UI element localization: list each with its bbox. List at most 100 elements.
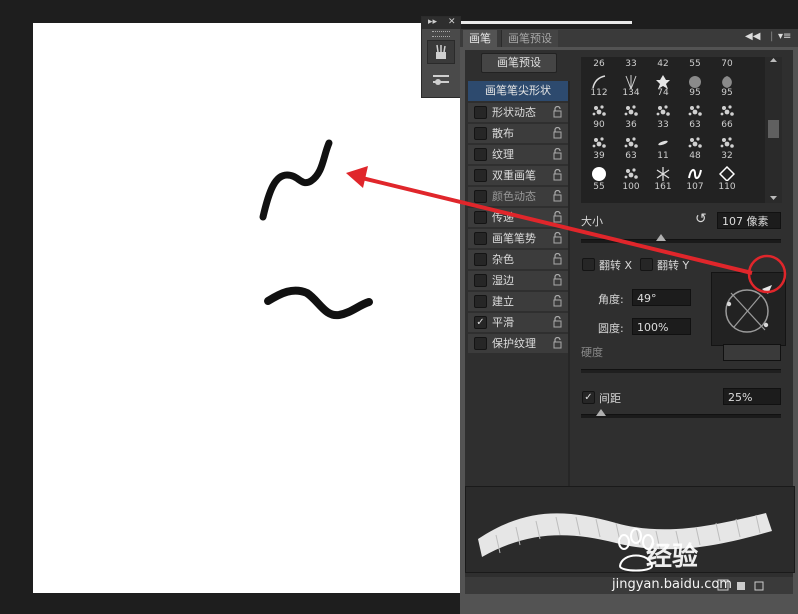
brush-grid-scrollbar[interactable] — [765, 57, 782, 203]
lock-icon[interactable] — [553, 337, 562, 349]
lock-icon[interactable] — [553, 148, 562, 160]
lock-icon[interactable] — [553, 295, 562, 307]
tab-brush[interactable]: 画笔 — [463, 30, 497, 47]
brush-option-item[interactable]: 湿边 — [468, 271, 568, 290]
brush-tip-label[interactable]: 55 — [585, 182, 613, 206]
brush-option-item[interactable]: 保护纹理 — [468, 334, 568, 353]
brush-tip-size: 74 — [657, 88, 669, 98]
brush-tip-icon — [658, 140, 668, 146]
option-checkbox[interactable] — [474, 127, 487, 140]
flip-y-checkbox[interactable] — [640, 258, 653, 271]
brush-tip-grid[interactable]: 26 33 42 55 70 112 134 74 95 95 90 36 33 63 66 39 63 11 48… — [581, 57, 782, 203]
lock-icon[interactable] — [553, 106, 562, 118]
close-icon[interactable]: ✕ — [448, 17, 456, 27]
brush-tip-size: 90 — [593, 120, 605, 130]
option-checkbox[interactable]: ✓ — [474, 316, 487, 329]
brush-option-item[interactable]: 传递 — [468, 208, 568, 227]
brush-tip-shape-item[interactable]: 画笔笔尖形状 — [468, 81, 568, 101]
brush-presets-toggle-button[interactable] — [427, 67, 455, 91]
roundness-label: 圆度: — [598, 322, 624, 335]
watermark-url: jingyan.baidu.com — [612, 577, 732, 592]
lock-icon[interactable] — [553, 232, 562, 244]
brush-option-item[interactable]: 散布 — [468, 124, 568, 143]
brush-tip-size: 70 — [721, 59, 733, 69]
option-checkbox[interactable] — [474, 274, 487, 287]
brush-tip-size: 48 — [689, 151, 701, 161]
baidu-watermark: 经验 jingyan.baidu.com — [610, 522, 786, 606]
option-checkbox[interactable] — [474, 106, 487, 119]
expand-icon[interactable]: ▸▸ — [428, 17, 437, 27]
flip-y-label: 翻转 Y — [657, 259, 690, 272]
option-checkbox[interactable] — [474, 169, 487, 182]
lock-icon[interactable] — [553, 190, 562, 202]
brush-tip-size: 39 — [593, 151, 605, 161]
brush-option-item[interactable]: 画笔笔势 — [468, 229, 568, 248]
option-checkbox[interactable] — [474, 232, 487, 245]
hardness-field — [723, 344, 781, 361]
brush-icon — [436, 44, 446, 59]
brush-option-item[interactable]: 建立 — [468, 292, 568, 311]
list-divider — [568, 81, 570, 529]
spacing-slider[interactable] — [581, 409, 781, 418]
flip-x-checkbox[interactable] — [582, 258, 595, 271]
lock-icon[interactable] — [553, 211, 562, 223]
brush-tip-size: 66 — [721, 120, 733, 130]
reset-size-icon[interactable]: ↺ — [695, 211, 707, 227]
brush-tip-label[interactable]: 107 — [681, 182, 709, 206]
brush-option-item[interactable]: 颜色动态 — [468, 187, 568, 206]
option-checkbox[interactable] — [474, 295, 487, 308]
option-label: 散布 — [492, 127, 514, 140]
brush-tip-label[interactable]: 100 — [617, 182, 645, 206]
lock-icon[interactable] — [553, 253, 562, 265]
lock-icon[interactable] — [553, 316, 562, 328]
panel-menu-icon[interactable]: ▾≡ — [778, 31, 791, 42]
angle-arrow-icon — [762, 285, 772, 294]
tab-brush-presets[interactable]: 画笔预设 — [501, 30, 558, 47]
angle-field[interactable]: 49° — [632, 289, 691, 306]
lock-icon[interactable] — [553, 169, 562, 181]
spacing-label: 间距 — [599, 392, 621, 405]
brush-tip-icon — [688, 168, 702, 180]
top-divider-line — [460, 21, 632, 24]
collapse-icon[interactable]: ◀◀ — [745, 31, 760, 42]
brush-presets-button[interactable]: 画笔预设 — [481, 53, 557, 73]
size-slider[interactable] — [581, 234, 781, 243]
angle-roundness-dial[interactable] — [711, 272, 786, 346]
spacing-checkbox[interactable]: ✓ — [582, 391, 595, 404]
brush-stroke-vertical — [259, 139, 333, 221]
brush-panel-toggle-button[interactable] — [427, 40, 455, 64]
option-checkbox[interactable] — [474, 337, 487, 350]
option-checkbox[interactable] — [474, 148, 487, 161]
brush-option-item[interactable]: 双重画笔 — [468, 166, 568, 185]
roundness-handle — [763, 322, 769, 328]
option-checkbox[interactable] — [474, 190, 487, 203]
brush-tip-size: 134 — [622, 88, 640, 98]
brush-tip-label[interactable]: 161 — [649, 182, 677, 206]
brush-option-item[interactable]: ✓ 平滑 — [468, 313, 568, 332]
document-canvas[interactable] — [33, 23, 460, 593]
brush-option-item[interactable]: 杂色 — [468, 250, 568, 269]
option-label: 建立 — [492, 295, 514, 308]
option-label: 形状动态 — [492, 106, 536, 119]
lock-icon[interactable] — [553, 274, 562, 286]
option-checkbox[interactable] — [474, 211, 487, 224]
roundness-field[interactable]: 100% — [632, 318, 691, 335]
lock-icon[interactable] — [553, 127, 562, 139]
brush-option-item[interactable]: 形状动态 — [468, 103, 568, 122]
option-checkbox[interactable] — [474, 253, 487, 266]
angle-dial-graphic — [725, 285, 772, 333]
brush-tip-icon — [720, 137, 734, 148]
size-field[interactable]: 107 像素 — [717, 212, 781, 229]
brush-tip-label[interactable]: 110 — [713, 182, 741, 206]
brush-tip-size: 33 — [657, 120, 669, 130]
brush-tip-icon — [719, 166, 735, 181]
grip-handle[interactable] — [432, 31, 450, 37]
brush-presets-icon — [433, 75, 449, 85]
spacing-slider-knob[interactable] — [596, 409, 606, 416]
scroll-thumb[interactable] — [768, 120, 779, 138]
spacing-field[interactable]: 25% — [723, 388, 781, 405]
size-slider-knob[interactable] — [656, 234, 666, 241]
brush-option-item[interactable]: 纹理 — [468, 145, 568, 164]
brush-tip-icon — [592, 167, 606, 181]
brush-tip-icon — [592, 137, 606, 148]
